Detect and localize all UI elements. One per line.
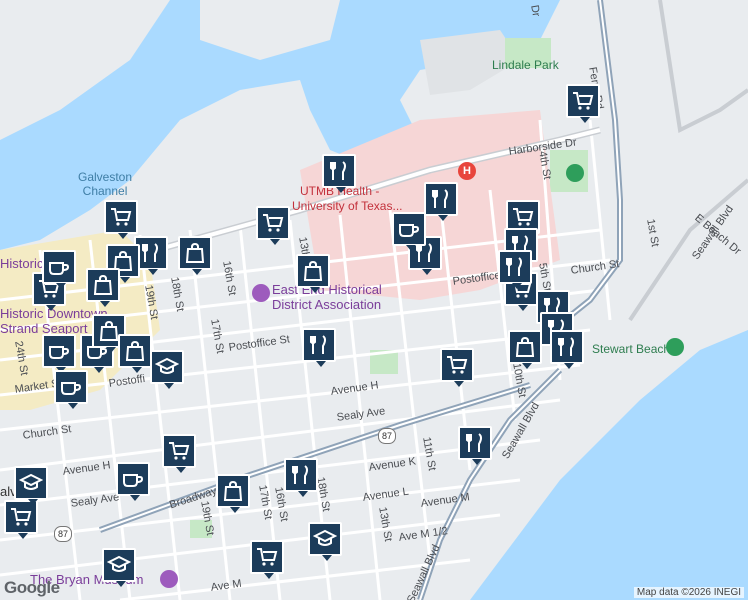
restaurant-pin-icon[interactable] [550, 330, 584, 369]
restaurant-pin-icon[interactable] [498, 250, 532, 289]
label-utmb-line2: University of Texas... [292, 199, 403, 213]
restaurant-pin-icon[interactable] [424, 182, 458, 221]
label-lindale-park: Lindale Park [492, 58, 559, 72]
shopping-cart-pin-icon[interactable] [250, 540, 284, 579]
shopping-bag-pin-icon[interactable] [118, 334, 152, 373]
shopping-cart-pin-icon[interactable] [440, 348, 474, 387]
restaurant-pin-icon[interactable] [284, 458, 318, 497]
shopping-bag-pin-icon[interactable] [178, 236, 212, 275]
shopping-bag-pin-icon[interactable] [216, 474, 250, 513]
shopping-bag-pin-icon[interactable] [86, 268, 120, 307]
label-galveston-channel: Galveston Channel [78, 170, 133, 198]
coffee-cup-pin-icon[interactable] [42, 334, 76, 373]
coffee-cup-pin-icon[interactable] [392, 212, 426, 251]
coffee-cup-pin-icon[interactable] [54, 370, 88, 409]
map-attribution[interactable]: Map data ©2026 INEGI [633, 587, 744, 598]
shopping-cart-pin-icon[interactable] [104, 200, 138, 239]
shopping-cart-pin-icon[interactable] [566, 84, 600, 123]
google-logo[interactable]: Google [4, 578, 60, 598]
shopping-bag-pin-icon[interactable] [296, 254, 330, 293]
shopping-cart-pin-icon[interactable] [256, 206, 290, 245]
school-cap-pin-icon[interactable] [102, 548, 136, 587]
label-dr-top: Dr [528, 4, 543, 18]
label-east-end-line2: District Association [272, 297, 382, 312]
label-stewart-beach: Stewart Beach [592, 342, 671, 356]
hospital-marker-icon[interactable]: H [458, 162, 476, 180]
restaurant-pin-icon[interactable] [302, 328, 336, 367]
coffee-cup-pin-icon[interactable] [116, 462, 150, 501]
label-historic-downtown-line1: Historic [0, 256, 44, 271]
shopping-cart-pin-icon[interactable] [162, 434, 196, 473]
park-marker-icon[interactable] [566, 164, 584, 182]
restaurant-pin-icon[interactable] [322, 154, 356, 193]
restaurant-pin-icon[interactable] [458, 426, 492, 465]
school-cap-pin-icon[interactable] [150, 350, 184, 389]
school-cap-pin-icon[interactable] [14, 466, 48, 505]
museum-marker-icon[interactable] [160, 570, 178, 588]
museum-marker-icon[interactable] [252, 284, 270, 302]
park-marker-icon[interactable] [666, 338, 684, 356]
shopping-bag-pin-icon[interactable] [508, 330, 542, 369]
highway-shield-87: 87 [378, 428, 396, 444]
highway-shield-87: 87 [54, 526, 72, 542]
shopping-cart-pin-icon[interactable] [4, 500, 38, 539]
map-canvas[interactable]: Galveston Channel Lindale Park Harborsid… [0, 0, 748, 600]
coffee-cup-pin-icon[interactable] [42, 250, 76, 289]
school-cap-pin-icon[interactable] [308, 522, 342, 561]
